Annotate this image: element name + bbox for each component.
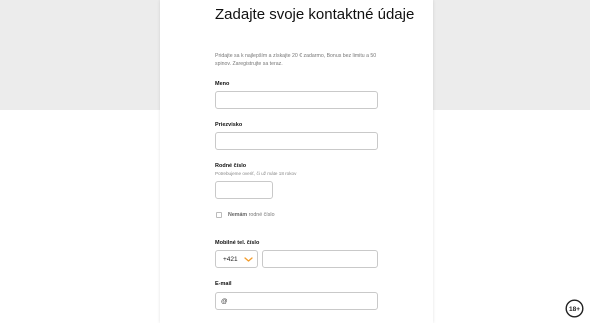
name-label: Meno bbox=[215, 81, 230, 87]
birth-number-label: Rodné číslo bbox=[215, 163, 247, 169]
phone-prefix-select[interactable]: +421 bbox=[215, 250, 258, 268]
age-restriction-text: 18+ bbox=[569, 306, 580, 313]
no-birth-number-label-bold: Nemám bbox=[228, 212, 248, 218]
name-input[interactable] bbox=[215, 91, 378, 109]
email-input[interactable] bbox=[215, 292, 378, 310]
form-intro-text: Pridajte sa k najlepším a získajte 20 € … bbox=[215, 53, 377, 67]
age-restriction-badge: 18+ bbox=[565, 299, 584, 318]
no-birth-number-label-rest: rodné číslo bbox=[247, 212, 275, 218]
registration-form-card: Zadajte svoje kontaktné údaje Pridajte s… bbox=[160, 0, 433, 323]
phone-input[interactable] bbox=[262, 250, 378, 268]
phone-prefix-value: +421 bbox=[223, 256, 238, 263]
surname-label: Priezvisko bbox=[215, 122, 243, 128]
surname-input[interactable] bbox=[215, 132, 378, 150]
birth-number-input[interactable] bbox=[215, 181, 273, 199]
form-title: Zadajte svoje kontaktné údaje bbox=[215, 6, 415, 23]
chevron-down-icon bbox=[244, 257, 253, 262]
no-birth-number-checkbox[interactable] bbox=[216, 212, 222, 218]
birth-number-hint: Potrebujeme overiť, či už máte 18 rokov bbox=[215, 171, 297, 176]
email-label: E-mail bbox=[215, 281, 232, 287]
no-birth-number-label: Nemám rodné číslo bbox=[228, 212, 275, 218]
phone-label: Mobilné tel. číslo bbox=[215, 240, 260, 246]
